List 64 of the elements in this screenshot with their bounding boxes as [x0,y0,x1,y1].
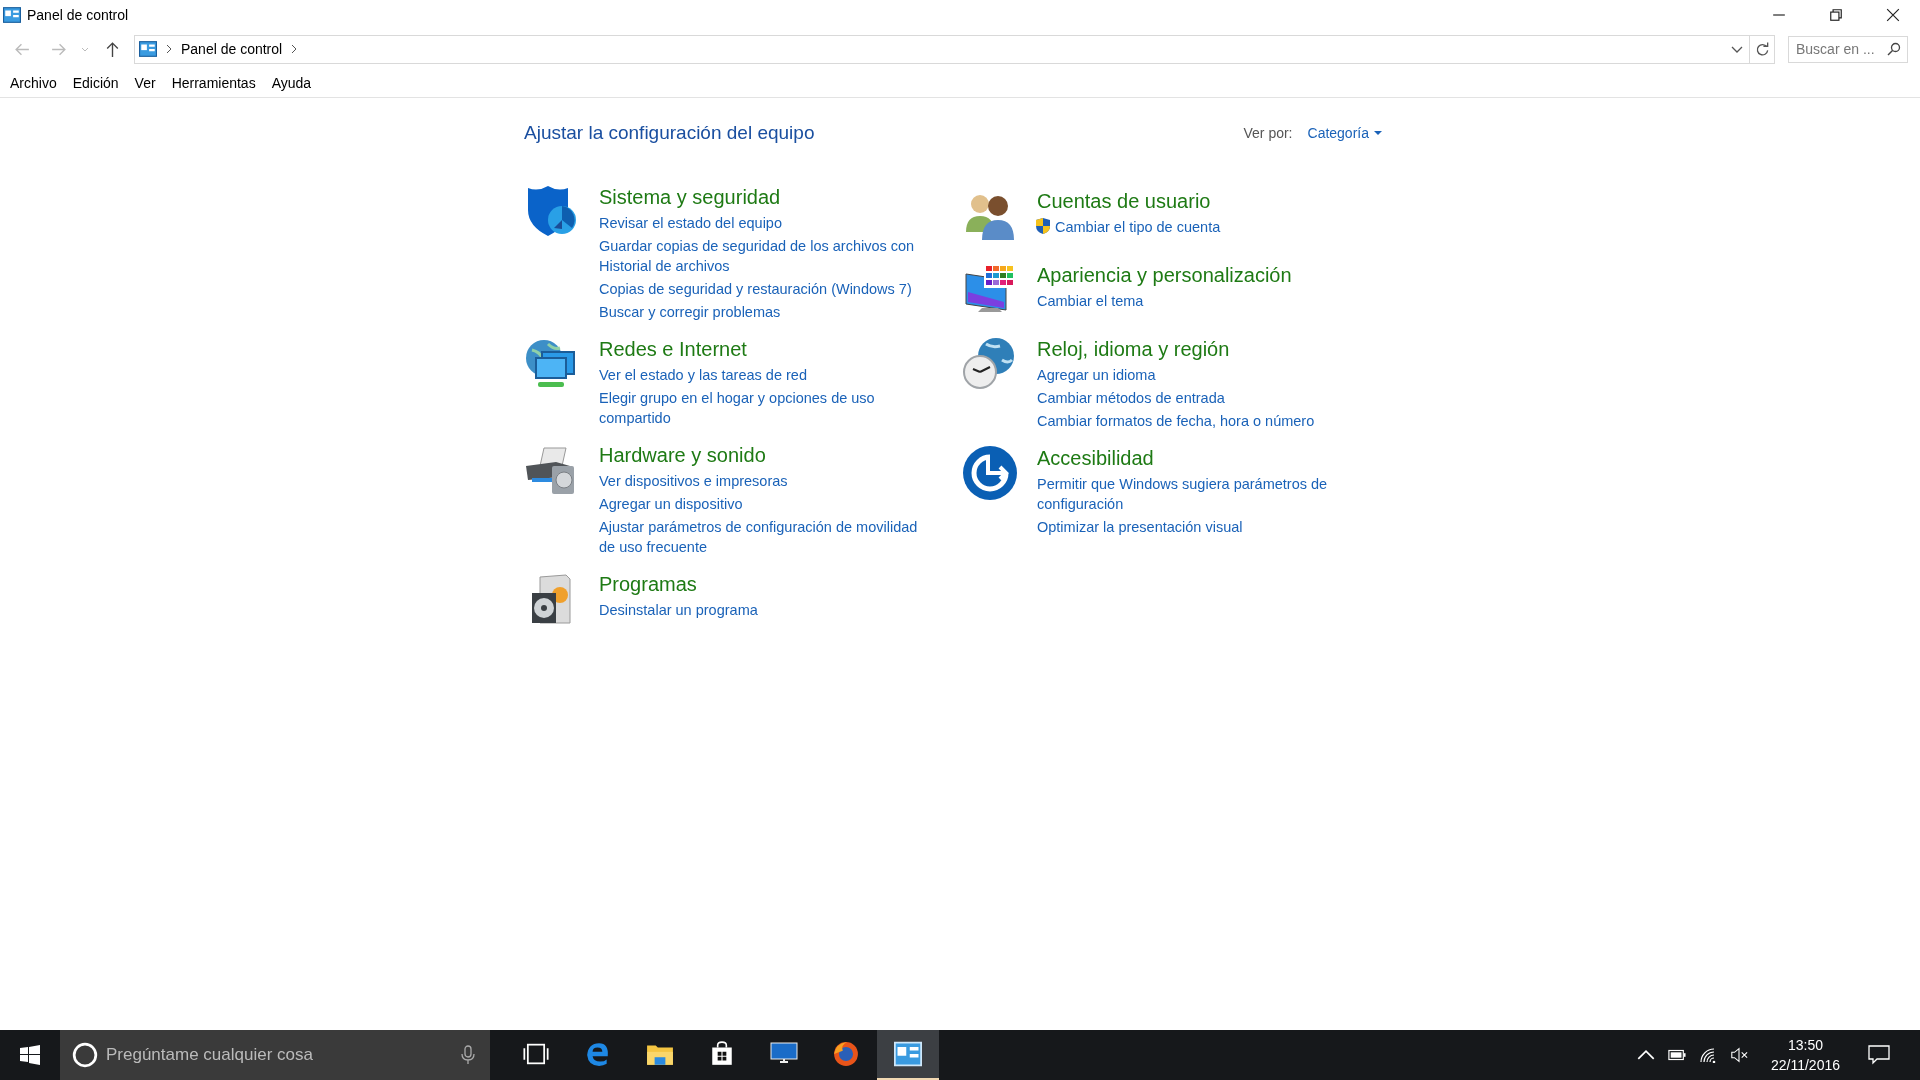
task-link[interactable]: Buscar y corregir problemas [599,302,781,322]
category-title[interactable]: Cuentas de usuario [1037,188,1221,214]
taskbar-search-field[interactable]: Pregúntame cualquier cosa [60,1030,490,1080]
page-heading: Ajustar la configuración del equipo [524,122,815,144]
task-link[interactable]: Cambiar el tipo de cuenta [1055,217,1221,237]
task-link[interactable]: Elegir grupo en el hogar y opciones de uso compartido [599,388,934,428]
window-title: Panel de control [27,7,129,23]
clock-time[interactable]: 13:50 [1787,1035,1823,1055]
task-view-icon [522,1041,550,1067]
restore-icon[interactable] [1829,8,1843,22]
search-field[interactable]: Buscar en ... [1788,35,1908,63]
battery-icon[interactable] [1667,1047,1686,1063]
menu-item[interactable]: Edición [72,74,119,91]
search-icon[interactable] [1887,41,1901,56]
wifi-icon[interactable] [1698,1047,1717,1063]
circle-icon [72,1042,98,1068]
task-link[interactable]: Guardar copias de seguridad de los archivos con Historial de archivos [599,236,934,276]
category-title[interactable]: Apariencia y personalización [1037,262,1292,288]
firefox-browser-icon [832,1041,860,1067]
windows-logo-icon [20,1045,40,1065]
task-link[interactable]: Optimizar la presentación visual [1037,517,1243,537]
task-link[interactable]: Agregar un idioma [1037,365,1156,385]
task-link[interactable]: Ver el estado y las tareas de red [599,365,807,385]
control-panel-icon [3,7,21,23]
chevron-down-icon[interactable] [1731,44,1743,54]
category-title[interactable]: Programas [599,571,758,597]
category-title[interactable]: Reloj, idioma y región [1037,336,1315,362]
menu-item[interactable]: Ver [134,74,156,91]
menu-item[interactable]: Archivo [10,74,57,91]
category-title[interactable]: Redes e Internet [599,336,934,362]
microphone-icon[interactable] [461,1045,475,1065]
task-link[interactable]: Permitir que Windows sugiera parámetros de configuración [1037,474,1352,514]
accessibility-icon[interactable] [962,445,1018,501]
control-panel-icon [139,41,157,57]
up-arrow-icon[interactable] [104,40,121,58]
view-by-label: Ver por: [1243,125,1293,141]
breadcrumb-item[interactable]: Panel de control [181,41,283,57]
clock-date[interactable]: 22/11/2016 [1770,1055,1840,1075]
caret-icon[interactable] [1374,130,1382,136]
category-title[interactable]: Sistema y seguridad [599,184,934,210]
task-link[interactable]: Revisar el estado del equipo [599,213,782,233]
refresh-button[interactable] [1750,34,1775,64]
close-icon[interactable] [1886,8,1900,22]
category-title[interactable]: Hardware y sonido [599,442,934,468]
chevron-right-icon[interactable] [290,44,299,54]
task-link[interactable]: Cambiar métodos de entrada [1037,388,1225,408]
task-link[interactable]: Ajustar parámetros de configuración de movilidad de uso frecuente [599,517,934,557]
menu-item[interactable]: Ayuda [271,74,312,91]
task-link[interactable]: Copias de seguridad y restauración (Windows 7) [599,279,912,299]
task-link[interactable]: Agregar un dispositivo [599,494,743,514]
notifications-icon[interactable] [1868,1045,1890,1065]
control-panel-icon [894,1041,922,1067]
task-link[interactable]: Desinstalar un programa [599,600,758,620]
menu-item[interactable]: Herramientas [171,74,256,91]
refresh-icon [1754,41,1770,57]
category-title[interactable]: Accesibilidad [1037,445,1352,471]
address-bar[interactable]: Panel de control [134,34,1750,64]
task-link[interactable]: Cambiar el tema [1037,291,1144,311]
taskbar-app-button[interactable] [877,1030,939,1080]
task-link[interactable]: Cambiar formatos de fecha, hora o número [1037,411,1315,431]
chevron-right-icon[interactable] [165,44,173,54]
task-link[interactable]: Ver dispositivos e impresoras [599,471,788,491]
view-by-dropdown[interactable]: Categoría [1307,125,1382,141]
speaker-muted-icon[interactable] [1729,1047,1748,1063]
